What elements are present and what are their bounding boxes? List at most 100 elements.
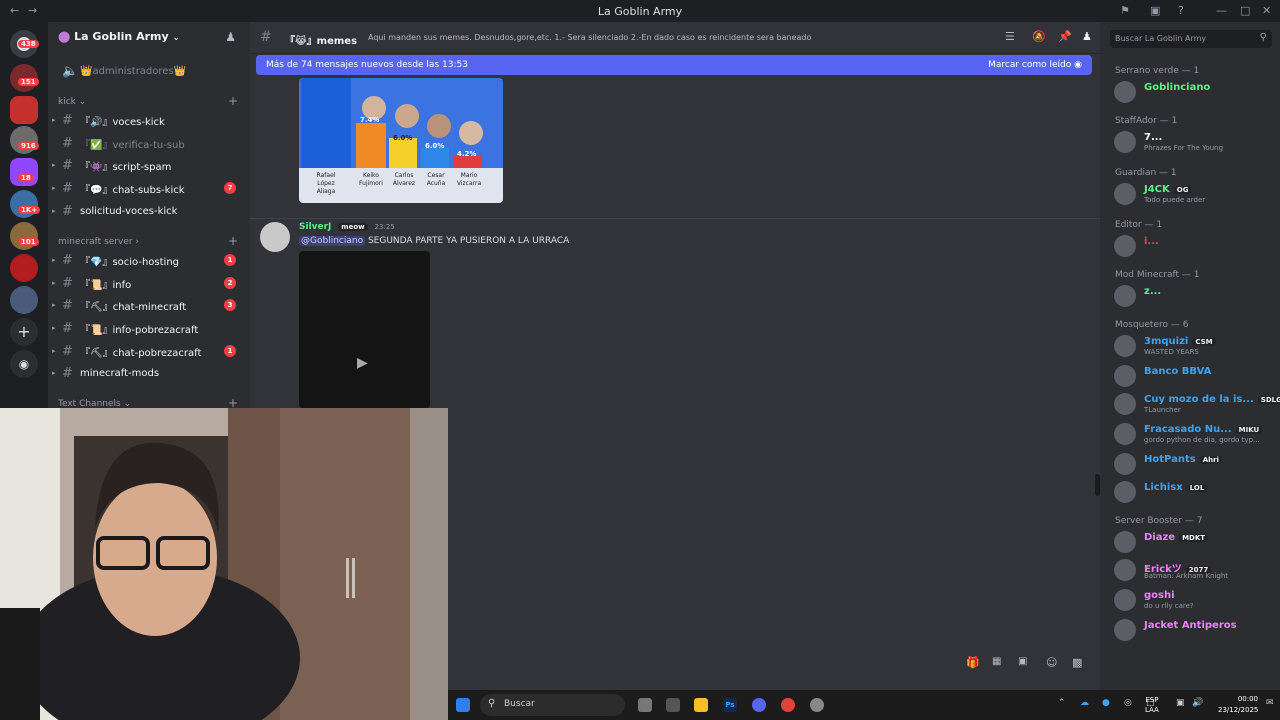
member-item[interactable]: 3mquizi CSM WASTED YEARS <box>1114 334 1276 360</box>
category-text-channels[interactable]: Text Channels ⌄ <box>58 399 131 408</box>
member-item[interactable]: i... <box>1114 234 1276 260</box>
member-item[interactable]: Diaze MDKT <box>1114 530 1276 556</box>
member-item[interactable]: Banco BBVA <box>1114 364 1276 390</box>
photoshop-icon[interactable]: Ps <box>723 698 737 712</box>
screen-icon[interactable]: ▣ <box>1150 4 1160 17</box>
channel-socio-hosting[interactable]: ▸ # 『💎』socio-hosting 1 <box>52 250 246 270</box>
clock[interactable]: 00:00 23/12/2025 <box>1218 694 1258 716</box>
task-view-icon[interactable] <box>638 698 652 712</box>
new-messages-bar[interactable]: Más de 74 mensajes nuevos desde las 13:5… <box>256 55 1092 75</box>
file-explorer-icon[interactable] <box>694 698 708 712</box>
channel-info[interactable]: ▸ # 『📜』info 2 <box>52 273 246 293</box>
member-tag: MDKT <box>1179 534 1209 542</box>
channel-label: 『💬』chat-subs-kick <box>80 184 185 196</box>
chevron-up-icon[interactable]: ⌃ <box>1058 698 1066 708</box>
channel-solicitud-voces-kick[interactable]: ▸ # solicitud-voces-kick <box>52 201 246 221</box>
channel-label: 『📜』info-pobrezacraft <box>80 324 199 336</box>
language-indicator[interactable]: ESP LAA <box>1145 695 1159 715</box>
role-header: Serrano verde — 1 <box>1115 66 1200 76</box>
server-icon[interactable] <box>10 286 38 314</box>
gift-icon[interactable]: 🎁 <box>966 656 980 669</box>
hash-icon: # <box>62 297 73 313</box>
member-item[interactable]: Erickツ 2077 Batman: Arkham Knight <box>1114 558 1276 584</box>
help-icon[interactable]: ? <box>1178 4 1184 17</box>
category-minecraft[interactable]: minecraft server › <box>58 237 139 247</box>
channel-voces-kick[interactable]: ▸ # 『🔊』voces-kick <box>52 110 246 130</box>
app-icon[interactable] <box>666 698 680 712</box>
chart-value-label: 6.0% <box>393 134 413 142</box>
minimize-icon[interactable]: — <box>1216 4 1227 17</box>
member-item[interactable]: 7... Phrazes For The Young <box>1114 130 1276 156</box>
member-item[interactable]: Jacket Antiperos <box>1114 618 1276 644</box>
microphone-icon[interactable]: ◎ <box>1124 698 1132 708</box>
channel-info-pobrezacraft[interactable]: ▸ # 『📜』info-pobrezacraft <box>52 318 246 338</box>
member-item[interactable]: z... <box>1114 284 1276 310</box>
category-kick[interactable]: kick ⌄ <box>58 97 86 107</box>
unread-badge: 3 <box>224 299 236 311</box>
image-attachment[interactable]: 7.4% 6.0% 6.0% 4.2% Rafael López Aliaga … <box>299 78 503 203</box>
chart-category-label: Keiko Fujimori <box>359 172 383 187</box>
taskbar-search[interactable]: ⚲ Buscar <box>480 694 625 716</box>
member-item[interactable]: Cuy mozo de la is... SDLG TLauncher <box>1114 392 1280 418</box>
add-member-icon[interactable]: ♟ <box>225 30 236 44</box>
inbox-icon[interactable]: ⚑ <box>1120 4 1130 17</box>
channel-verifica-tu-sub[interactable]: # 『✅』verifica-tu-sub <box>52 133 246 153</box>
apps-icon[interactable]: ▩ <box>1072 656 1082 669</box>
search-input[interactable]: Buscar La Goblin Army ⚲ <box>1110 30 1272 48</box>
member-item[interactable]: Lichisx LOL <box>1114 480 1276 506</box>
member-list-icon[interactable]: ♟ <box>1082 30 1092 43</box>
server-badge: 1K+ <box>18 206 41 214</box>
notifications-icon[interactable]: ✉ <box>1266 698 1274 708</box>
avatar <box>1114 531 1136 553</box>
member-status: WASTED YEARS <box>1144 348 1199 356</box>
channel-chat-subs-kick[interactable]: ▸ # 『💬』chat-subs-kick 7 <box>52 178 246 198</box>
chart-category-label: Cesar Acuña <box>426 172 446 187</box>
message-content: @Goblinciano SEGUNDA PARTE YA PUSIERON A… <box>299 236 569 246</box>
add-channel-icon[interactable]: + <box>228 94 238 108</box>
pin-icon[interactable]: 📌 <box>1058 30 1072 43</box>
gif-icon[interactable]: ▦ <box>992 656 1001 667</box>
tray-icon[interactable]: ☁ <box>1080 698 1089 708</box>
display-icon[interactable]: ▣ <box>1176 698 1185 708</box>
server-badge: 916 <box>18 142 39 150</box>
avatar[interactable] <box>260 222 290 252</box>
windows-start-icon[interactable] <box>456 698 470 712</box>
volume-icon[interactable]: 🔊 <box>1192 698 1203 708</box>
server-icon[interactable] <box>10 96 38 124</box>
server-emblem-icon: ⬤ <box>58 30 71 43</box>
video-attachment[interactable]: ▶ <box>299 251 430 408</box>
chrome-icon[interactable] <box>781 698 795 712</box>
discord-icon[interactable] <box>752 698 766 712</box>
server-name-header[interactable]: ⬤ La Goblin Army ⌄ <box>58 30 180 43</box>
sticker-icon[interactable]: ▣ <box>1018 656 1027 667</box>
channel-script-spam[interactable]: ▸ # 『👾』script-spam <box>52 155 246 175</box>
discover-icon[interactable]: ◉ <box>10 350 38 378</box>
app-icon[interactable] <box>810 698 824 712</box>
message-author[interactable]: SilverJ <box>299 222 331 232</box>
channel-chat-pobrezacraft[interactable]: ▸ # 『⛏』chat-pobrezacraft 1 <box>52 341 246 361</box>
member-item[interactable]: goshi do u rlly care? <box>1114 588 1276 614</box>
member-item[interactable]: J4CK OG Todo puede arder <box>1114 182 1276 208</box>
add-channel-icon[interactable]: + <box>228 396 238 408</box>
user-mention[interactable]: @Goblinciano <box>299 236 366 246</box>
server-icon[interactable] <box>10 254 38 282</box>
channel-minecraft-mods[interactable]: ▸ # minecraft-mods <box>52 363 246 383</box>
emoji-icon[interactable]: ☺ <box>1046 656 1057 669</box>
channel-admins[interactable]: 🔈 👑administradores👑 <box>52 61 246 81</box>
tray-icon[interactable]: ● <box>1102 698 1110 708</box>
member-item[interactable]: Fracasado Nu... MIKU gordo python de dia, … <box>1114 422 1276 448</box>
add-channel-icon[interactable]: + <box>228 234 238 248</box>
close-icon[interactable]: ✕ <box>1262 4 1271 17</box>
add-server-icon[interactable]: + <box>10 318 38 346</box>
notifications-muted-icon[interactable]: 🔕 <box>1032 30 1046 43</box>
maximize-icon[interactable]: □ <box>1240 4 1250 17</box>
member-name: Goblinciano <box>1144 82 1211 93</box>
member-item[interactable]: Goblinciano <box>1114 80 1276 106</box>
threads-icon[interactable]: ☰ <box>1005 30 1015 43</box>
channel-label: 『🔊』voces-kick <box>80 116 165 128</box>
channel-topic[interactable]: Aqui manden sus memes. Desnudos,gore,etc… <box>368 33 811 42</box>
channel-chat-minecraft[interactable]: ▸ # 『⛏』chat-minecraft 3 <box>52 295 246 315</box>
mark-as-read-button[interactable]: Marcar como leído ◉ <box>988 60 1082 70</box>
play-icon[interactable]: ▶ <box>357 355 368 371</box>
member-item[interactable]: HotPants Ahri <box>1114 452 1276 478</box>
